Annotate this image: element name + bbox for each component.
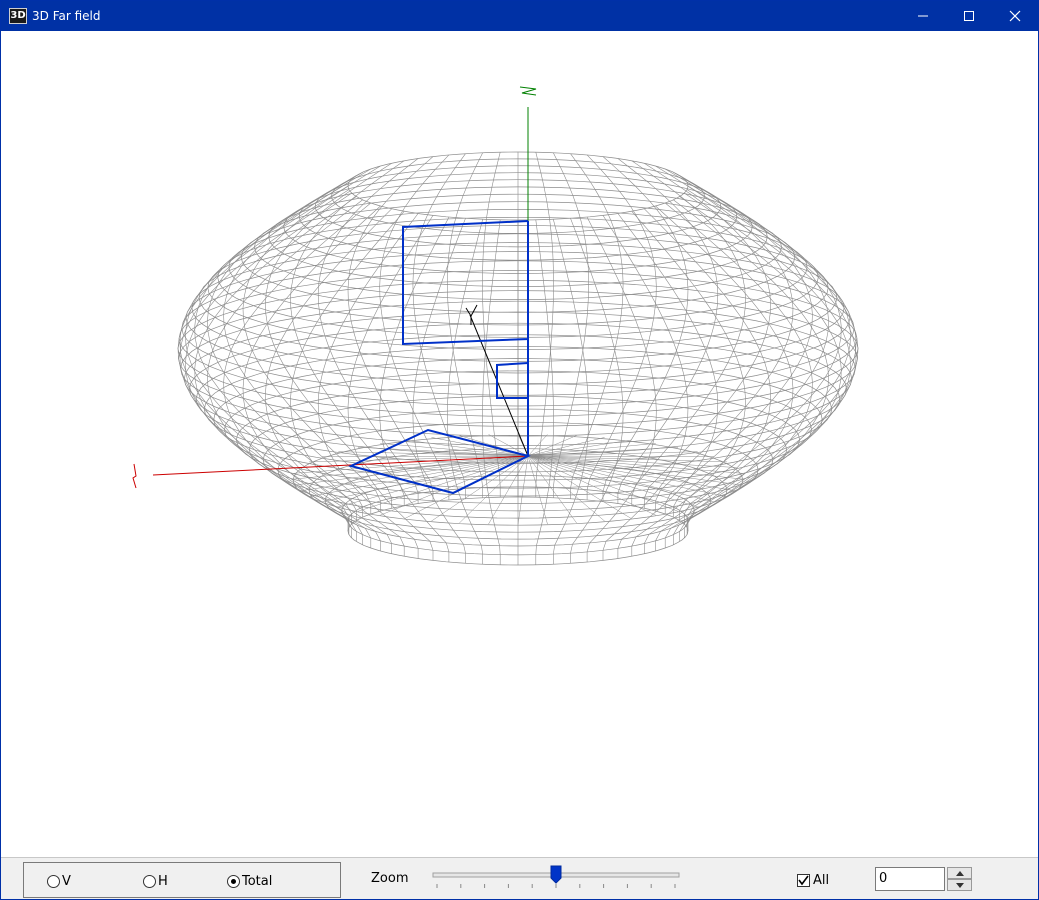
mesh-meridian — [586, 154, 657, 500]
mesh-meridian — [673, 199, 829, 545]
value-spinner[interactable] — [947, 867, 972, 891]
radio-h-label: H — [158, 874, 168, 889]
polarization-group: V H Total — [23, 862, 341, 898]
radiation-pattern-mesh — [177, 151, 859, 566]
all-checkbox[interactable]: All — [797, 873, 829, 888]
all-checkbox-box[interactable] — [797, 874, 810, 887]
mesh-meridian — [223, 202, 372, 548]
app-icon: 3D — [9, 8, 27, 24]
value-input[interactable]: 0 — [875, 867, 945, 891]
window-title: 3D Far field — [32, 9, 101, 23]
mesh-meridian — [687, 185, 859, 531]
radio-h-indicator[interactable] — [143, 875, 156, 888]
spin-down-button[interactable] — [947, 879, 972, 891]
mesh-meridian — [207, 199, 363, 545]
zoom-slider-graphic — [432, 865, 680, 888]
mesh-meridian — [617, 213, 719, 559]
maximize-button[interactable] — [946, 1, 992, 31]
mesh-radial — [527, 455, 715, 503]
x-axis-label-mark — [132, 463, 137, 489]
mesh-meridian — [664, 202, 813, 548]
antenna-model — [348, 220, 531, 495]
mesh-radial — [527, 455, 715, 457]
mesh-meridian — [535, 219, 554, 565]
minimize-icon — [918, 15, 928, 17]
chevron-up-icon — [955, 870, 964, 876]
zoom-slider[interactable] — [429, 864, 683, 894]
mesh-meridian — [570, 218, 624, 564]
mesh-radial — [527, 437, 605, 457]
mesh-meridian — [684, 178, 851, 524]
3d-viewport[interactable] — [1, 31, 1038, 857]
zoom-slider-thumb[interactable] — [550, 865, 562, 884]
minimize-button[interactable] — [900, 1, 946, 31]
mesh-radial — [527, 455, 605, 522]
radio-total-indicator[interactable] — [227, 875, 240, 888]
mesh-meridian — [655, 205, 794, 551]
radio-v[interactable]: V — [47, 874, 71, 889]
zoom-slider-ticks — [436, 884, 676, 888]
mesh-radial — [431, 455, 529, 522]
mesh-radial — [321, 455, 529, 503]
radio-total-label: Total — [242, 874, 273, 889]
chevron-down-icon — [955, 882, 964, 888]
mesh-meridian — [177, 185, 349, 531]
spin-up-button[interactable] — [947, 867, 972, 879]
y-axis-line — [469, 314, 529, 457]
far-field-window: 3D 3D Far field V H Total Zoom All 0 — [0, 0, 1039, 900]
all-checkbox-label: All — [813, 873, 830, 888]
coordinate-axes — [132, 86, 537, 489]
mesh-radial — [517, 455, 529, 525]
close-icon — [1009, 10, 1021, 22]
maximize-icon — [964, 11, 974, 21]
z-axis-label-mark — [519, 86, 537, 96]
mesh-meridian — [553, 152, 590, 498]
mesh-meridian — [446, 152, 483, 498]
checkmark-icon — [798, 875, 809, 886]
mesh-radial — [380, 455, 529, 516]
far-field-scene — [132, 86, 859, 566]
title-bar[interactable]: 3D 3D Far field — [1, 1, 1038, 31]
mesh-meridian — [412, 218, 466, 564]
mesh-radial — [527, 455, 737, 468]
radio-h[interactable]: H — [143, 874, 168, 889]
mesh-meridian — [242, 205, 381, 551]
radio-total[interactable]: Total — [227, 874, 272, 889]
close-button[interactable] — [992, 1, 1038, 31]
control-panel: V H Total Zoom All 0 — [1, 857, 1038, 899]
radio-v-indicator[interactable] — [47, 875, 60, 888]
y-axis-label-mark — [465, 304, 478, 317]
zoom-label: Zoom — [371, 871, 409, 886]
radio-v-label: V — [62, 874, 71, 889]
